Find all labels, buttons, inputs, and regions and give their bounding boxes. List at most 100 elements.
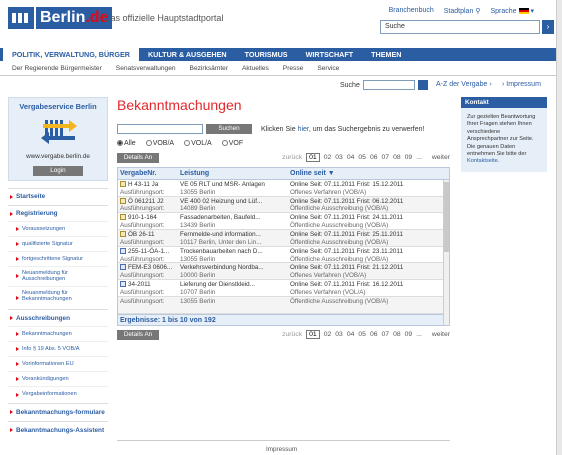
language-selector[interactable]: Sprache ▾ — [490, 7, 534, 15]
page-scrollbar[interactable] — [556, 0, 562, 455]
nav-kultur[interactable]: KULTUR & AUSGEHEN — [139, 48, 236, 61]
subnav-service[interactable]: Service — [317, 61, 339, 75]
pager-ellipsis[interactable]: ... — [416, 331, 422, 338]
login-button[interactable]: Login — [33, 166, 83, 176]
footer-impressum-link[interactable]: Impressum — [266, 446, 297, 453]
details-button-bottom[interactable]: Details An — [117, 329, 159, 340]
table-scrollbar[interactable] — [443, 180, 449, 325]
sidebar-item-voraussetzungen[interactable]: Voraussetzungen — [8, 221, 108, 236]
site-search-input[interactable] — [362, 80, 415, 90]
radio-alle[interactable]: Alle — [117, 140, 136, 147]
pager-page[interactable]: 04 — [347, 154, 355, 161]
pager-page[interactable]: 04 — [347, 331, 355, 338]
radio-voba[interactable]: VOB/A — [145, 140, 174, 147]
subnav-bezirksaemter[interactable]: Bezirksämter — [190, 61, 228, 75]
berlin-logo[interactable]: Berlin.de — [8, 7, 113, 29]
pager-ellipsis[interactable]: ... — [416, 154, 422, 161]
sidebar-item-neuanmeldung-bekanntmachungen[interactable]: Neuanmeldung für Bekanntmachungen — [8, 285, 108, 309]
row-vergabenr[interactable]: H 43-11 Ja — [128, 181, 158, 188]
table-row[interactable]: FEM-E3 0606... Ausführungsort: Verkehrsver… — [118, 263, 449, 281]
impressum-link[interactable]: › Impressum — [502, 81, 541, 88]
pager-page[interactable]: 02 — [324, 154, 332, 161]
row-vergabenr[interactable]: ÖB 26-11 — [128, 231, 155, 238]
nav-themen[interactable]: THEMEN — [362, 48, 410, 61]
table-row[interactable]: 910-1-164 Ausführungsort: Fassadenarbeiten… — [118, 213, 449, 231]
row-vergabenr[interactable]: FEM-E3 0606... — [128, 264, 172, 271]
pager-page-current[interactable]: 01 — [306, 153, 320, 162]
portal-search-button[interactable]: › — [542, 20, 554, 34]
pager-page[interactable]: 06 — [370, 331, 378, 338]
pager-page[interactable]: 09 — [405, 331, 413, 338]
branchenbuch-link[interactable]: Branchenbuch — [389, 7, 434, 15]
sidebar-item-ausschreibungen[interactable]: Ausschreibungen — [8, 308, 108, 326]
subnav-aktuelles[interactable]: Aktuelles — [242, 61, 269, 75]
filter-input[interactable] — [117, 124, 203, 134]
sidebar-item-vorinformationen[interactable]: Vorinformationen EU — [8, 355, 108, 371]
row-vergabenr[interactable]: 910-1-164 — [128, 214, 157, 221]
nav-politik[interactable]: POLITIK, VERWALTUNG, BÜRGER — [0, 48, 139, 61]
table-row[interactable]: Ö 061211 J2 Ausführungsort: VE 400 02 Heiz… — [118, 196, 449, 214]
row-leistung[interactable]: Verkehrsverbindung Nordba... — [180, 264, 288, 272]
pager-page[interactable]: 05 — [358, 331, 366, 338]
subnav-buergermeister[interactable]: Der Regierende Bürgermeister — [12, 61, 102, 75]
col-vergabenr[interactable]: VergabeNr. — [118, 168, 178, 179]
radio-vola[interactable]: VOL/A — [184, 140, 212, 147]
pager-page[interactable]: 05 — [358, 154, 366, 161]
reset-search-link[interactable]: hier — [298, 126, 309, 133]
pager-page[interactable]: 08 — [393, 154, 401, 161]
row-leistung[interactable]: Lieferung der Dienstkleid... — [180, 281, 288, 289]
row-leistung[interactable]: Trockenbauarbeiten nach D... — [180, 248, 288, 256]
pager-page[interactable]: 07 — [382, 331, 390, 338]
sidebar-item-vorankuendigungen[interactable]: Vorankündigungen — [8, 370, 108, 386]
sidebar-item-info-19[interactable]: Info § 19 Abs. 5 VOB/A — [8, 340, 108, 356]
sidebar-item-registrierung[interactable]: Registrierung — [8, 205, 108, 221]
pager-page[interactable]: 08 — [393, 331, 401, 338]
subnav-presse[interactable]: Presse — [283, 61, 304, 75]
subnav-senatsverwaltungen[interactable]: Senatsverwaltungen — [116, 61, 176, 75]
row-leistung[interactable]: Fernmelde-und information... — [180, 231, 288, 239]
sidebar-item-assistent[interactable]: Bekanntmachungs-Assistent — [8, 421, 108, 438]
pager-next[interactable]: weiter — [432, 154, 450, 161]
sidebar-item-qualifizierte-signatur[interactable]: qualifizierte Signatur — [8, 236, 108, 251]
row-vergabenr[interactable]: Ö 061211 J2 — [128, 198, 164, 205]
az-link[interactable]: A-Z der Vergabe › — [436, 81, 492, 88]
row-leistung[interactable]: Fassadenarbeiten, Baufeld... — [180, 214, 288, 222]
table-scrollbar-thumb[interactable] — [444, 182, 449, 252]
pager-prev[interactable]: zurück — [282, 154, 302, 161]
site-search-button[interactable] — [417, 80, 428, 90]
pager-page[interactable]: 02 — [324, 331, 332, 338]
col-leistung[interactable]: Leistung — [178, 168, 288, 179]
pager-page[interactable]: 07 — [382, 154, 390, 161]
nav-tourismus[interactable]: TOURISMUS — [236, 48, 297, 61]
pager-page[interactable]: 09 — [405, 154, 413, 161]
radio-vof[interactable]: VOF — [221, 140, 243, 147]
table-row[interactable]: H 43-11 Ja Ausführungsort: VE 05 RLT und M… — [118, 180, 449, 197]
filter-search-button[interactable]: Suchen — [206, 124, 252, 134]
pager-next[interactable]: weiter — [432, 331, 450, 338]
table-row[interactable]: 34-2011 Ausführungsort: Lieferung der Dien… — [118, 280, 449, 297]
row-leistung[interactable]: VE 400 02 Heizung und Lüf... — [180, 198, 288, 206]
portal-search-input[interactable]: Suche — [380, 20, 540, 34]
sidebar-item-neuanmeldung-ausschreibungen[interactable]: Neuanmeldung für Ausschreibungen — [8, 266, 108, 286]
pager-prev[interactable]: zurück — [282, 331, 302, 338]
table-row[interactable]: Ausführungsort: 13055 Berlin Öffentliche A… — [118, 296, 449, 314]
row-vergabenr[interactable]: 255-11-ÖA-1... — [128, 248, 169, 255]
row-leistung[interactable]: VE 05 RLT und MSR- Anlagen — [180, 181, 288, 189]
table-row[interactable]: 255-11-ÖA-1... Ausführungsort: Trockenbaua… — [118, 247, 449, 264]
pager-page[interactable]: 03 — [335, 154, 343, 161]
vergabeservice-url[interactable]: www.vergabe.berlin.de — [9, 153, 107, 160]
sidebar-item-bekanntmachungen[interactable]: Bekanntmachungen — [8, 325, 108, 341]
sidebar-item-fortgeschrittene-signatur[interactable]: fortgeschrittene Signatur — [8, 251, 108, 266]
nav-wirtschaft[interactable]: WIRTSCHAFT — [297, 48, 363, 61]
sidebar-item-formulare[interactable]: Bekanntmachungs-formulare — [8, 402, 108, 421]
pager-page[interactable]: 06 — [370, 154, 378, 161]
sidebar-item-vergabeinformationen[interactable]: Vergabeinformationen — [8, 385, 108, 403]
pager-page-current[interactable]: 01 — [306, 329, 320, 339]
pager-page[interactable]: 03 — [335, 331, 343, 338]
stadtplan-link[interactable]: Stadtplan ⚲ — [444, 7, 481, 15]
kontaktseite-link[interactable]: Kontaktseite — [467, 158, 498, 164]
table-row[interactable]: ÖB 26-11 Ausführungsort: Fernmelde-und inf… — [118, 230, 449, 247]
sidebar-item-startseite[interactable]: Startseite — [8, 188, 108, 205]
details-button[interactable]: Details An — [117, 153, 159, 163]
row-vergabenr[interactable]: 34-2011 — [128, 281, 151, 288]
